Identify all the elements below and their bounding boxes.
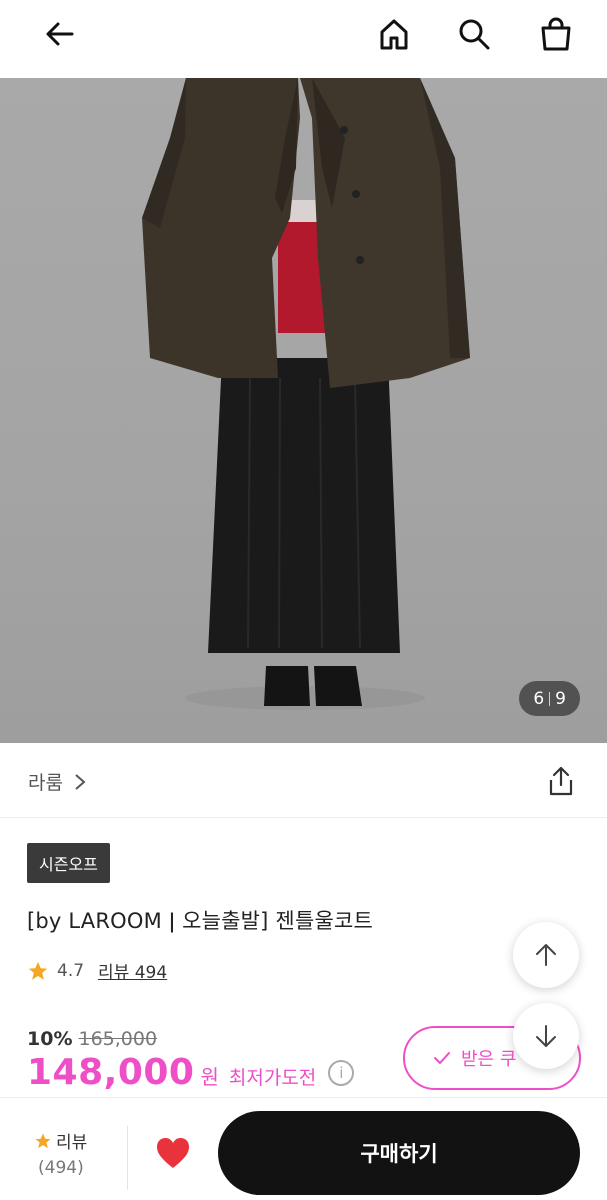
arrow-up-icon <box>536 944 556 966</box>
brand-row: 라룸 <box>0 743 607 818</box>
review-summary-count: (494) <box>38 1158 84 1178</box>
review-link[interactable]: 리뷰 494 <box>98 958 167 983</box>
original-price: 165,000 <box>78 1028 158 1050</box>
product-image-gallery[interactable]: 6 9 <box>0 78 607 743</box>
product-title: [by LAROOM ǀ 오늘출발] 젠틀울코트 <box>27 909 374 933</box>
shopping-bag-icon <box>541 17 571 51</box>
pager-separator <box>549 691 551 706</box>
discount-row: 10% 165,000 <box>27 1028 157 1050</box>
product-photo <box>142 78 470 710</box>
arrow-down-icon <box>536 1025 556 1047</box>
home-icon <box>380 19 408 50</box>
pager-total: 9 <box>555 688 566 709</box>
heart-icon <box>157 1138 189 1168</box>
chevron-right-icon <box>75 773 86 790</box>
sale-price: 148,000 <box>27 1052 195 1093</box>
scroll-top-button[interactable] <box>513 922 579 988</box>
pager-current: 6 <box>533 688 545 709</box>
rating-value: 4.7 <box>57 960 85 981</box>
search-icon <box>459 19 490 50</box>
buy-button[interactable]: 구매하기 <box>218 1111 580 1195</box>
share-icon <box>549 766 573 796</box>
star-icon <box>35 1133 51 1148</box>
info-icon[interactable]: i <box>328 1059 355 1086</box>
rating-row: 4.7 리뷰 494 <box>27 958 167 983</box>
home-button[interactable] <box>372 12 416 56</box>
season-off-badge: 시즌오프 <box>27 843 110 883</box>
scroll-bottom-button[interactable] <box>513 1003 579 1069</box>
lowest-price-label: 최저가도전 <box>228 1067 317 1089</box>
review-summary-title: 리뷰 <box>34 1128 87 1153</box>
bottom-action-bar: 리뷰 (494) 구매하기 <box>0 1097 607 1200</box>
brand-link[interactable]: 라룸 <box>28 768 87 795</box>
back-button[interactable] <box>38 12 82 56</box>
share-button[interactable] <box>543 763 579 799</box>
check-icon <box>434 1052 450 1064</box>
image-pager: 6 9 <box>519 681 580 716</box>
price-row: 148,000 원 최저가도전 i <box>27 1052 355 1093</box>
review-summary-label: 리뷰 <box>56 1133 88 1153</box>
wishlist-button[interactable] <box>155 1136 191 1170</box>
arrow-left-icon <box>46 22 74 46</box>
brand-name: 라룸 <box>28 772 63 794</box>
review-summary-button[interactable]: 리뷰 (494) <box>24 1126 128 1190</box>
discount-rate: 10% <box>27 1028 73 1050</box>
cart-button[interactable] <box>534 12 578 56</box>
top-header <box>0 0 607 78</box>
coupon-label: 받은 쿠 <box>461 1049 517 1070</box>
search-button[interactable] <box>452 12 496 56</box>
star-icon <box>28 961 48 980</box>
currency-label: 원 <box>200 1065 219 1089</box>
